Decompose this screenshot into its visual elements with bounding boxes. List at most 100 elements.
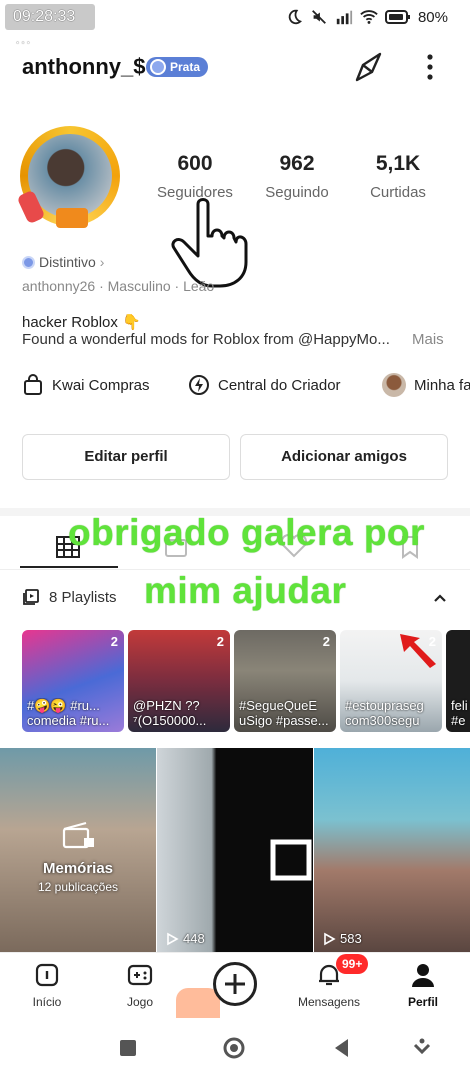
plus-icon [225,974,245,994]
memories-subtitle: 12 publicações [37,880,119,894]
view-count-value: 448 [183,931,205,946]
stat-following[interactable]: 962 Seguindo [242,152,352,201]
view-count-value: 583 [340,931,362,946]
add-friends-button[interactable]: Adicionar amigos [240,434,448,480]
person-icon [412,964,434,987]
home-icon [35,963,59,987]
nav-game[interactable]: Jogo [100,961,180,1009]
shortcut-central-criador[interactable]: Central do Criador [188,372,341,398]
memories-title: Memórias [42,860,114,877]
bio-line-1: hacker Roblox 👇 [22,314,141,331]
status-bar: 09:28:33 ··· 80% [0,0,470,51]
playlist-icon [23,589,39,605]
wifi-icon [360,10,378,24]
distintivo-icon [22,255,35,269]
shortcut-kwai-compras-label: Kwai Compras [52,376,150,394]
playlist-count: 2 [216,634,224,649]
back-icon[interactable] [330,1036,354,1060]
mute-icon [312,10,326,24]
moon-icon [288,9,302,25]
overlay-caption-line-1: obrigado galera por [68,512,425,553]
nav-game-label: Jogo [126,995,154,1009]
playlist-card[interactable]: feli #e [446,630,470,732]
chevron-up-icon[interactable] [430,588,450,608]
nav-home[interactable]: Início [7,961,87,1009]
screen-glyph [270,839,312,881]
memories-tile[interactable]: Memórias 12 publicações [0,748,156,952]
playlist-title: @PHZN ??⁷(O150000... [133,698,207,728]
playlist-card[interactable]: 2 #🤪😜 #ru... comedia #ru... [22,630,124,732]
avatar-play-decoration [56,208,88,228]
playlists-count-label: 8 Playlists [49,588,117,606]
active-tab-indicator [20,566,118,568]
shortcut-minha-fa[interactable]: Minha fa [382,372,470,398]
create-button[interactable] [213,962,257,1006]
share-icon[interactable] [352,50,388,84]
view-count: 583 [322,931,362,946]
stat-following-label: Seguindo [265,184,329,201]
badge-icon [150,59,166,75]
camera-button[interactable] [176,988,220,1018]
playlists-header[interactable]: 8 Playlists [22,588,117,606]
stat-likes[interactable]: 5,1K Curtidas [343,152,453,201]
video-grid: Memórias 12 publicações 448 583 [0,748,470,952]
status-time: 09:28:33 ··· [5,4,95,51]
edit-profile-button[interactable]: Editar perfil [22,434,230,480]
play-icon [324,932,336,945]
battery-icon [384,10,410,24]
distintivo-label: Distintivo [39,254,96,270]
nav-home-label: Início [32,995,62,1009]
gamepad-icon [127,964,153,986]
level-badge[interactable]: Prata [146,57,209,77]
hand-pointer-icon [171,198,248,288]
status-time-text: 09:28:33 [13,8,76,25]
nav-messages-label: Mensagens [297,995,361,1009]
playlist-title: #SegueQueE uSigo #passe... [239,698,329,728]
bio-more-link[interactable]: Mais [412,331,444,348]
bio-line-2: Found a wonderful mods for Roblox from @… [22,331,390,348]
video-tile[interactable]: 448 [157,748,313,952]
recent-apps-icon[interactable] [116,1036,140,1060]
profile-meta: anthonny26 · Masculino · Leão [22,278,215,294]
signal-icon [336,10,353,25]
stat-followers[interactable]: 600 Seguidores [140,152,250,201]
more-icon[interactable] [418,52,442,82]
battery-percent: 80% [417,8,448,26]
stat-followers-value: 600 [177,152,213,175]
chevron-right-icon: › [99,254,105,270]
home-button-icon[interactable] [222,1036,246,1060]
playlist-count: 2 [322,634,330,649]
stat-likes-value: 5,1K [375,152,421,175]
overlay-caption-line-2: mim ajudar [144,570,347,611]
profile-header: anthonny_$ Prata [0,48,470,88]
playlist-card[interactable]: 2 #estoupraseg com300segu [340,630,442,732]
nav-profile-label: Perfil [407,995,438,1009]
playlists-strip: 2 #🤪😜 #ru... comedia #ru... 2 @PHZN ??⁷(… [0,630,470,732]
playlist-card[interactable]: 2 @PHZN ??⁷(O150000... [128,630,230,732]
video-tile[interactable]: 583 [314,748,470,952]
username: anthonny_$ [22,54,146,79]
bag-icon [24,374,42,395]
mini-avatar [382,373,406,397]
playlist-card[interactable]: 2 #SegueQueE uSigo #passe... [234,630,336,732]
clapperboard-lock-icon [62,821,94,849]
stat-likes-label: Curtidas [370,184,426,201]
notification-badge: 99+ [336,954,369,974]
nav-profile[interactable]: Perfil [383,961,463,1009]
shortcut-central-criador-label: Central do Criador [218,376,341,394]
shortcut-minha-fa-label: Minha fa [414,376,470,394]
badge-label: Prata [170,60,201,74]
chevron-down-icon[interactable] [410,1036,434,1060]
shortcut-kwai-compras[interactable]: Kwai Compras [22,372,150,398]
distintivo-link[interactable]: Distintivo › [22,254,104,270]
system-nav-bar [0,1020,470,1078]
playlist-count: 2 [428,634,436,649]
playlist-title: #estoupraseg com300segu [345,698,424,728]
play-icon [167,932,179,945]
playlist-count: 2 [110,634,118,649]
playlist-title: #🤪😜 #ru... comedia #ru... [27,698,110,728]
stat-following-value: 962 [279,152,315,175]
status-right: 80% [285,8,448,26]
playlist-title: feli #e [451,698,468,728]
avatar[interactable] [16,122,128,234]
